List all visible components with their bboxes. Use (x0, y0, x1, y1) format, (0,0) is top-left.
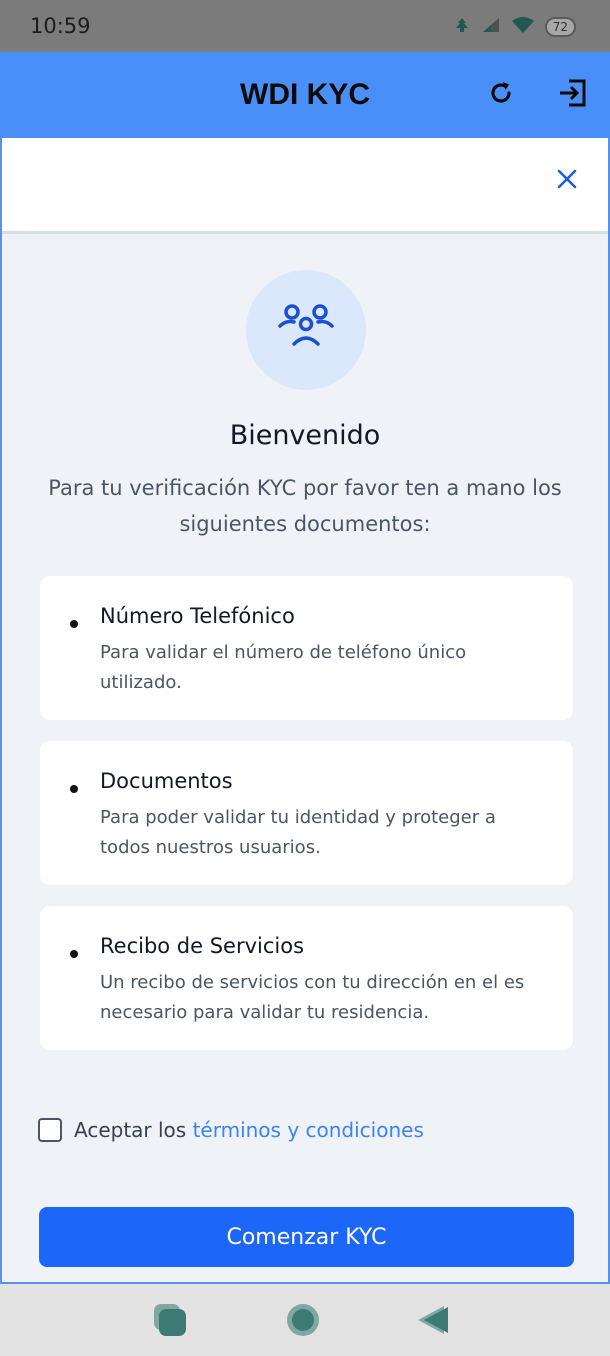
document-card-utility-bill: Recibo de Servicios Un recibo de servici… (40, 906, 573, 1050)
close-button[interactable] (554, 168, 580, 194)
home-button[interactable] (285, 1304, 321, 1340)
back-icon (414, 1302, 450, 1342)
status-icons: 72 (453, 16, 576, 38)
intro-text: Para tu verificación KYC por favor ten a… (48, 476, 562, 536)
terms-row: Aceptar los términos y condiciones (38, 1118, 424, 1142)
start-kyc-button[interactable]: Comenzar KYC (39, 1207, 574, 1267)
welcome-title: Bienvenido (229, 420, 381, 451)
bullet (70, 950, 78, 958)
top-card (2, 138, 608, 234)
refresh-button[interactable] (484, 78, 518, 112)
terms-checkbox[interactable] (38, 1118, 62, 1142)
document-title: Número Telefónico (100, 604, 295, 628)
status-time: 10:59 (30, 14, 91, 38)
wifi-icon (511, 16, 535, 38)
status-bar: 10:59 72 (0, 0, 610, 52)
document-title: Documentos (100, 769, 233, 793)
terms-label: Aceptar los (74, 1118, 187, 1142)
recents-button[interactable] (152, 1304, 188, 1340)
app-header: WDI KYC (0, 52, 610, 138)
document-description: Un recibo de servicios con tu dirección … (100, 972, 525, 1023)
terms-link[interactable]: términos y condiciones (193, 1118, 424, 1142)
document-description: Para validar el número de teléfono único… (100, 642, 467, 693)
notification-icon (453, 16, 471, 38)
kyc-content: Bienvenido Para tu verificación KYC por … (0, 138, 610, 1284)
system-nav-bar (0, 1284, 610, 1356)
users-icon (274, 298, 338, 362)
refresh-icon (486, 78, 516, 112)
recents-icon (152, 1302, 188, 1342)
document-description: Para poder validar tu identidad y proteg… (100, 807, 496, 858)
document-title: Recibo de Servicios (100, 934, 305, 958)
close-icon (557, 169, 577, 193)
bullet (70, 785, 78, 793)
app-title: WDI KYC (240, 78, 370, 111)
signal-icon (481, 16, 501, 38)
home-icon (285, 1302, 321, 1342)
bullet (70, 620, 78, 628)
back-button[interactable] (414, 1304, 450, 1340)
welcome-icon-circle (246, 270, 366, 390)
document-card-phone: Número Telefónico Para validar el número… (40, 576, 573, 720)
battery-icon: 72 (544, 17, 576, 37)
logout-icon (557, 77, 589, 113)
document-card-documents: Documentos Para poder validar tu identid… (40, 741, 573, 885)
logout-button[interactable] (556, 78, 590, 112)
